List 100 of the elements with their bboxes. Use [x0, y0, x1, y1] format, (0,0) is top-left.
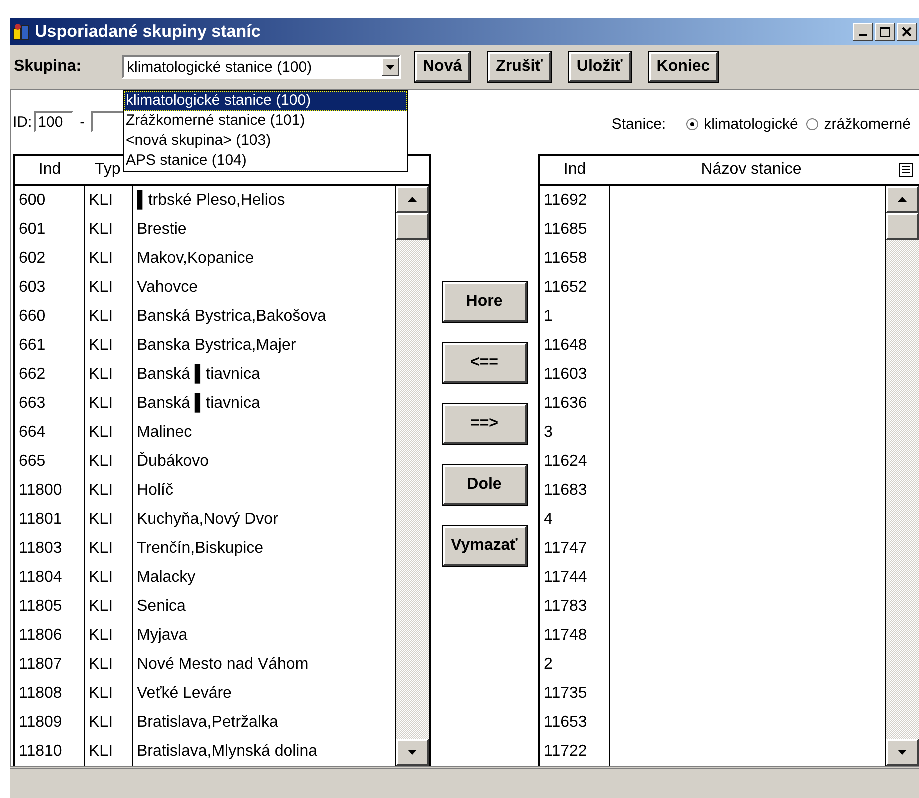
table-cell: KLI [85, 360, 133, 389]
table-cell: 601 [15, 215, 85, 244]
table-cell: 11810 [15, 737, 85, 766]
scroll-up-icon [898, 197, 907, 202]
table-cell: 1 [540, 302, 610, 331]
table-cell: 661 [15, 331, 85, 360]
table-cell: KLI [85, 244, 133, 273]
table-cell-text: Myjava [136, 626, 189, 646]
table-cell: KLI [85, 331, 133, 360]
move-button[interactable]: <== [442, 343, 526, 383]
close-button[interactable] [897, 22, 917, 40]
table-cell: 11636 [540, 389, 610, 418]
table-cell: 602 [15, 244, 85, 273]
table-cell: 2 [540, 650, 610, 679]
table-cell: 11722 [540, 737, 610, 766]
dropdown-arrow-icon [386, 64, 395, 70]
table-cell: 11683 [540, 476, 610, 505]
scroll-down-icon [408, 750, 417, 755]
table-cell: KLI [85, 389, 133, 418]
table-cell: 664 [15, 418, 85, 447]
table-cell: KLI [85, 186, 133, 215]
table-cell-text: Vahovce [136, 278, 200, 298]
table-cell: 663 [15, 389, 85, 418]
table-cell: KLI [85, 418, 133, 447]
table-cell: KLI [85, 737, 133, 766]
table-cell-text: Nové Mesto nad Váhom [136, 655, 310, 675]
table-cell: 11800 [15, 476, 85, 505]
group-label: Skupina: [14, 58, 83, 76]
table-cell: 11807 [15, 650, 85, 679]
move-button[interactable]: Vymazať [442, 526, 526, 566]
table-cell: KLI [85, 534, 133, 563]
table-cell-text: Ďubákovo [136, 451, 210, 472]
table-cell: KLI [85, 505, 133, 534]
table-cell: KLI [85, 708, 133, 737]
table-cell: 11803 [15, 534, 85, 563]
table-cell: KLI [85, 302, 133, 331]
table-cell: KLI [85, 621, 133, 650]
scrollbar[interactable] [885, 186, 919, 766]
table-cell-text: Senica [136, 597, 187, 617]
table-cell: 11747 [540, 534, 610, 563]
table-cell-text: Brestie [136, 220, 188, 240]
scroll-up-icon [408, 197, 417, 202]
group-combo-box[interactable]: klimatologické stanice (100) [122, 55, 401, 79]
toolbar-button[interactable]: Nová [415, 52, 470, 82]
move-button[interactable]: Dole [442, 465, 526, 505]
table-cell: 11692 [540, 186, 610, 215]
table-cell: KLI [85, 679, 133, 708]
table-cell: KLI [85, 476, 133, 505]
table-cell: 603 [15, 273, 85, 302]
table-cell: KLI [85, 650, 133, 679]
maximize-button[interactable] [875, 22, 895, 40]
table-cell: 11801 [15, 505, 85, 534]
table-cell: 11805 [15, 592, 85, 621]
table-cell: 11653 [540, 708, 610, 737]
minimize-icon [859, 34, 867, 36]
station-type-label: Stanice: [612, 116, 666, 132]
scrollbar[interactable] [395, 186, 429, 766]
table-cell: 11744 [540, 563, 610, 592]
table-cell: 11809 [15, 708, 85, 737]
scroll-thumb[interactable] [886, 213, 919, 240]
table-cell-text: Malacky [136, 568, 197, 588]
move-button[interactable]: Hore [442, 282, 526, 322]
table-cell-text: Banska Bystrica,Majer [136, 336, 298, 356]
table-cell: KLI [85, 447, 133, 476]
toolbar-button[interactable]: Zrušiť [488, 52, 551, 82]
toolbar-button[interactable]: Uložiť [568, 52, 631, 82]
column-header[interactable]: Názov stanice [610, 161, 893, 179]
table-cell: 11804 [15, 563, 85, 592]
close-icon [902, 26, 912, 36]
scroll-thumb[interactable] [396, 213, 429, 240]
table-cell-text: ▌trbské Pleso,Helios [136, 190, 286, 212]
table-cell: 11783 [540, 592, 610, 621]
table-cell: 11748 [540, 621, 610, 650]
table-cell-text: Malinec [136, 423, 194, 443]
table-cell: 11652 [540, 273, 610, 302]
dropdown-option[interactable]: <nová skupina> (103) [124, 131, 407, 151]
table-cell-text: Banská ▌tiavnica [136, 392, 262, 415]
dropdown-option[interactable]: Zrážkomerné stanice (101) [124, 111, 407, 131]
table-cell-text: Holíč [136, 481, 174, 501]
list-icon[interactable] [899, 163, 913, 177]
table-cell-text: Banská Bystrica,Bakošova [136, 307, 328, 327]
id-field[interactable]: 100 [34, 111, 74, 133]
toolbar-button[interactable]: Koniec [648, 52, 718, 82]
dropdown-option[interactable]: APS stanice (104) [124, 151, 407, 171]
app-icon [13, 22, 31, 40]
radio-option[interactable]: klimatologické [686, 116, 798, 132]
radio-option[interactable]: zrážkomerné [806, 116, 911, 132]
table-cell-text: Trenčín,Biskupice [136, 539, 265, 559]
id-label: ID: [13, 114, 32, 130]
move-button[interactable]: ==> [442, 404, 526, 444]
column-header[interactable]: Ind [540, 161, 610, 179]
table-cell: 4 [540, 505, 610, 534]
table-cell-text: Bratislava,Petržalka [136, 713, 280, 733]
table-cell: 11806 [15, 621, 85, 650]
table-cell: 3 [540, 418, 610, 447]
column-header[interactable]: Ind [15, 161, 85, 179]
table-cell: 11685 [540, 215, 610, 244]
dropdown-option[interactable]: klimatologické stanice (100) [124, 91, 407, 111]
minimize-button[interactable] [853, 22, 873, 40]
table-cell: 662 [15, 360, 85, 389]
